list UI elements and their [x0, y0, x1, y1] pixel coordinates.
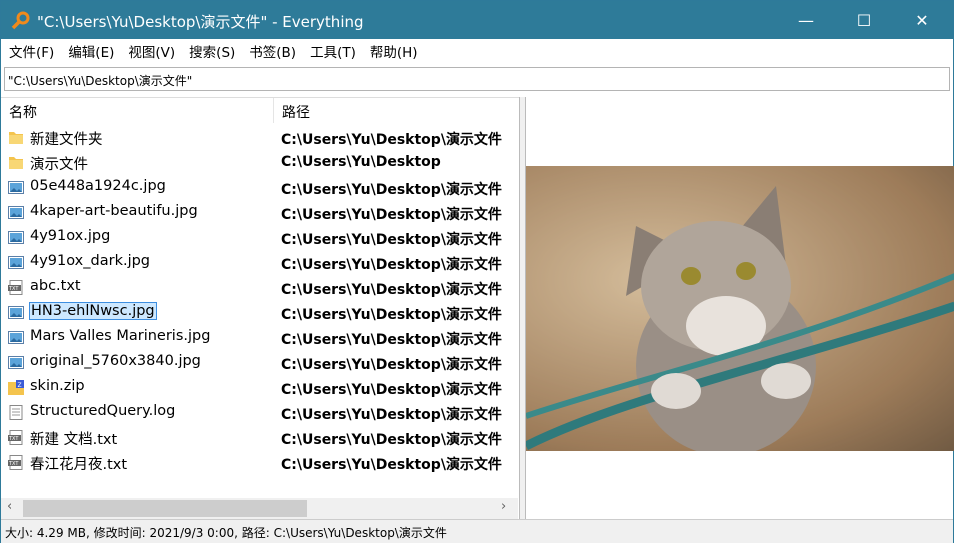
file-name: Mars Valles Marineris.jpg: [30, 328, 211, 344]
file-path: C:\Users\Yu\Desktop\演示文件: [281, 207, 502, 223]
image-icon: [8, 205, 24, 220]
svg-text:TXT: TXT: [8, 436, 19, 442]
file-path: C:\Users\Yu\Desktop: [281, 154, 441, 170]
file-path: C:\Users\Yu\Desktop\演示文件: [281, 282, 502, 298]
file-row[interactable]: original_5760x3840.jpg C:\Users\Yu\Deskto…: [1, 350, 519, 375]
file-name: StructuredQuery.log: [30, 403, 176, 419]
zip-icon: Z: [8, 380, 24, 395]
file-name: 演示文件: [30, 157, 88, 173]
window-title: "C:\Users\Yu\Desktop\演示文件" - Everything: [37, 13, 364, 31]
svg-text:TXT: TXT: [8, 461, 19, 467]
scroll-right-icon[interactable]: ›: [501, 499, 506, 514]
svg-text:TXT: TXT: [8, 286, 19, 292]
file-path: C:\Users\Yu\Desktop\演示文件: [281, 382, 502, 398]
txt-icon: TXT: [8, 455, 24, 470]
folder-icon: [8, 155, 24, 170]
menu-edit[interactable]: 编辑(E): [68, 41, 114, 61]
file-path: C:\Users\Yu\Desktop\演示文件: [281, 332, 502, 348]
file-row[interactable]: 演示文件 C:\Users\Yu\Desktop: [1, 150, 519, 175]
file-row[interactable]: StructuredQuery.log C:\Users\Yu\Desktop\演…: [1, 400, 519, 425]
menu-bookmarks[interactable]: 书签(B): [249, 41, 296, 61]
file-path: C:\Users\Yu\Desktop\演示文件: [281, 182, 502, 198]
file-path: C:\Users\Yu\Desktop\演示文件: [281, 132, 502, 148]
log-icon: [8, 405, 24, 420]
file-path: C:\Users\Yu\Desktop\演示文件: [281, 432, 502, 448]
file-row[interactable]: 4y91ox_dark.jpg C:\Users\Yu\Desktop\演示文件: [1, 250, 519, 275]
minimize-button[interactable]: —: [777, 1, 835, 39]
file-name: 新建文件夹: [30, 132, 103, 148]
file-name: 新建 文档.txt: [30, 432, 118, 448]
scrollbar-thumb[interactable]: [23, 500, 307, 517]
horizontal-scrollbar[interactable]: ‹ ›: [1, 498, 518, 519]
image-icon: [8, 305, 24, 320]
svg-text:Z: Z: [18, 382, 22, 389]
file-name: 春江花月夜.txt: [30, 457, 128, 473]
file-row[interactable]: Mars Valles Marineris.jpg C:\Users\Yu\Des…: [1, 325, 519, 350]
txt-icon: TXT: [8, 280, 24, 295]
menu-file[interactable]: 文件(F): [9, 41, 54, 61]
file-path: C:\Users\Yu\Desktop\演示文件: [281, 307, 502, 323]
folder-icon: [8, 130, 24, 145]
file-row[interactable]: 新建文件夹 C:\Users\Yu\Desktop\演示文件: [1, 125, 519, 150]
file-path: C:\Users\Yu\Desktop\演示文件: [281, 357, 502, 373]
image-icon: [8, 355, 24, 370]
file-path: C:\Users\Yu\Desktop\演示文件: [281, 457, 502, 473]
file-row[interactable]: TXT abc.txt C:\Users\Yu\Desktop\演示文件: [1, 275, 519, 300]
file-name: 4y91ox.jpg: [30, 228, 111, 244]
file-path: C:\Users\Yu\Desktop\演示文件: [281, 232, 502, 248]
image-icon: [8, 180, 24, 195]
image-preview: [526, 166, 954, 451]
file-row[interactable]: TXT 新建 文档.txt C:\Users\Yu\Desktop\演示文件: [1, 425, 519, 450]
magnifier-icon: [11, 11, 30, 30]
menu-tools[interactable]: 工具(T): [310, 41, 356, 61]
column-header-name[interactable]: 名称: [1, 98, 274, 123]
menu-help[interactable]: 帮助(H): [370, 41, 418, 61]
file-path: C:\Users\Yu\Desktop\演示文件: [281, 257, 502, 273]
menu-bar: 文件(F) 编辑(E) 视图(V) 搜索(S) 书签(B) 工具(T) 帮助(H…: [1, 39, 953, 63]
file-row[interactable]: 05e448a1924c.jpg C:\Users\Yu\Desktop\演示文件: [1, 175, 519, 200]
file-name: 4kaper-art-beautifu.jpg: [30, 203, 198, 219]
file-name: HN3-ehlNwsc.jpg: [29, 302, 157, 320]
status-bar: 大小: 4.29 MB, 修改时间: 2021/9/3 0:00, 路径: C:…: [1, 519, 953, 543]
file-row[interactable]: 4kaper-art-beautifu.jpg C:\Users\Yu\Deskt…: [1, 200, 519, 225]
file-name: 4y91ox_dark.jpg: [30, 253, 151, 269]
file-name: original_5760x3840.jpg: [30, 353, 201, 369]
image-icon: [8, 255, 24, 270]
scroll-left-icon[interactable]: ‹: [7, 499, 12, 514]
search-input[interactable]: "C:\Users\Yu\Desktop\演示文件": [4, 67, 950, 91]
file-row[interactable]: HN3-ehlNwsc.jpg C:\Users\Yu\Desktop\演示文件: [1, 300, 519, 325]
menu-search[interactable]: 搜索(S): [189, 41, 235, 61]
file-name: skin.zip: [30, 378, 85, 394]
file-list: 名称 路径 新建文件夹 C:\Users\Yu\Desktop\演示文件 演示文件 C…: [1, 97, 519, 519]
title-bar: "C:\Users\Yu\Desktop\演示文件" - Everything …: [1, 1, 953, 39]
file-row[interactable]: TXT 春江花月夜.txt C:\Users\Yu\Desktop\演示文件: [1, 450, 519, 475]
file-row[interactable]: 4y91ox.jpg C:\Users\Yu\Desktop\演示文件: [1, 225, 519, 250]
column-header-path[interactable]: 路径: [274, 98, 318, 123]
file-path: C:\Users\Yu\Desktop\演示文件: [281, 407, 502, 423]
preview-splitter[interactable]: [519, 97, 526, 519]
maximize-button[interactable]: ☐: [835, 1, 893, 39]
file-name: 05e448a1924c.jpg: [30, 178, 166, 194]
file-name: abc.txt: [30, 278, 81, 294]
menu-view[interactable]: 视图(V): [128, 41, 175, 61]
file-row[interactable]: Zskin.zip C:\Users\Yu\Desktop\演示文件: [1, 375, 519, 400]
txt-icon: TXT: [8, 430, 24, 445]
image-icon: [8, 330, 24, 345]
close-button[interactable]: ✕: [893, 1, 951, 39]
image-icon: [8, 230, 24, 245]
